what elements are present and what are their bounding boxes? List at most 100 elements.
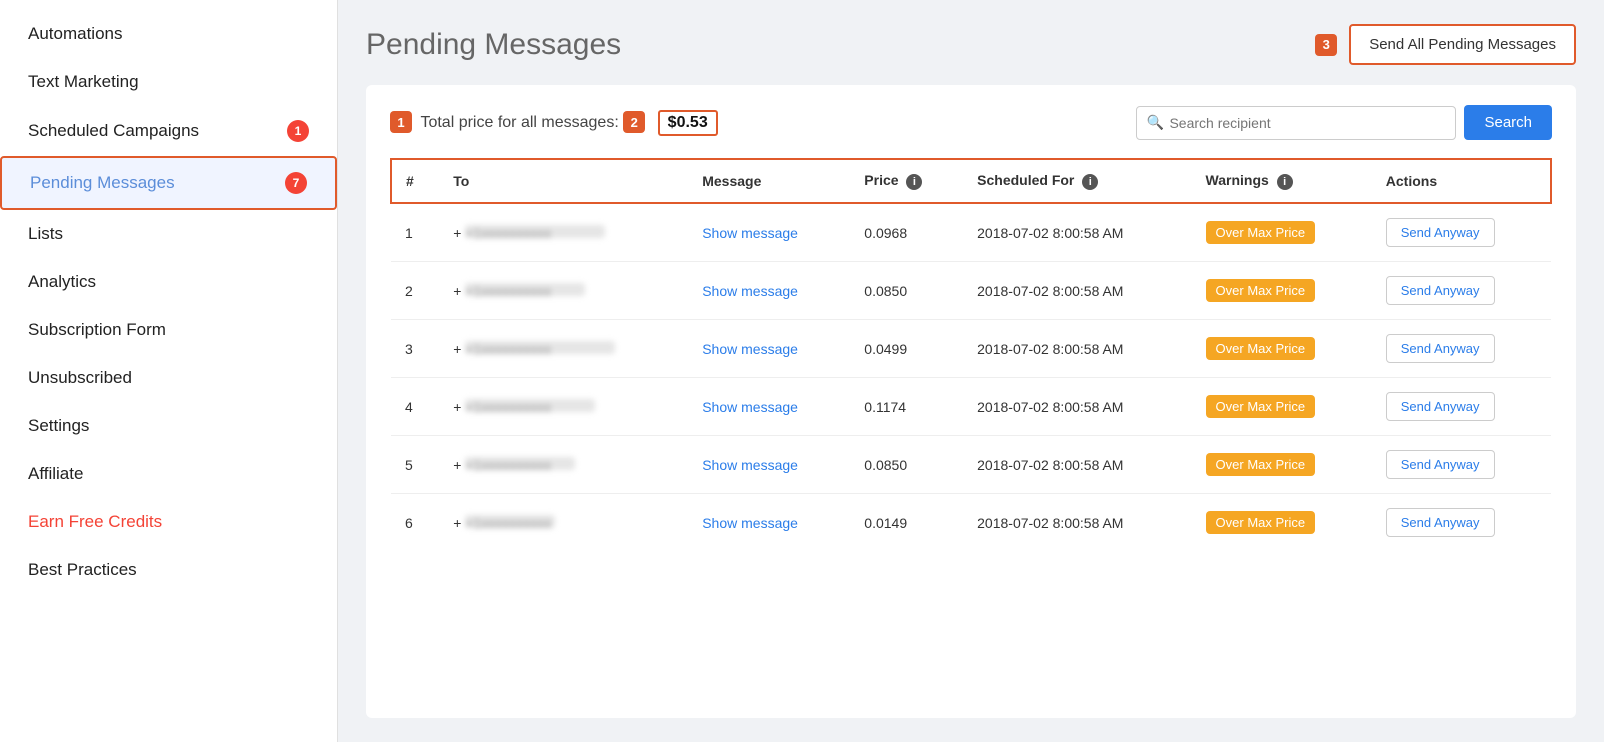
cell-to: + +1xxxxxxxxxx xyxy=(439,262,688,320)
cell-warning: Over Max Price xyxy=(1192,436,1372,494)
send-all-button[interactable]: Send All Pending Messages xyxy=(1349,24,1576,65)
sidebar-item-label: Subscription Form xyxy=(28,320,166,340)
sidebar-item-settings[interactable]: Settings xyxy=(0,402,337,450)
sidebar-item-unsubscribed[interactable]: Unsubscribed xyxy=(0,354,337,402)
total-price-value: $0.53 xyxy=(658,110,718,136)
cell-message: Show message xyxy=(688,320,850,378)
cell-to: + +1xxxxxxxxxx xyxy=(439,378,688,436)
cell-num: 3 xyxy=(391,320,439,378)
show-message-link[interactable]: Show message xyxy=(702,283,798,299)
warning-badge: Over Max Price xyxy=(1206,279,1316,302)
cell-scheduled: 2018-07-02 8:00:58 AM xyxy=(963,320,1191,378)
cell-action: Send Anyway xyxy=(1372,262,1551,320)
table-row: 3+ +1xxxxxxxxxxShow message0.04992018-07… xyxy=(391,320,1551,378)
sidebar-item-automations[interactable]: Automations xyxy=(0,10,337,58)
table-body: 1+ +1xxxxxxxxxxShow message0.09682018-07… xyxy=(391,203,1551,551)
sidebar-badge: 7 xyxy=(285,172,307,194)
table-header: # To Message Price i Scheduled For i War… xyxy=(391,159,1551,203)
cell-to: + +1xxxxxxxxxx xyxy=(439,203,688,262)
col-message: Message xyxy=(688,159,850,203)
cell-message: Show message xyxy=(688,378,850,436)
cell-action: Send Anyway xyxy=(1372,320,1551,378)
cell-scheduled: 2018-07-02 8:00:58 AM xyxy=(963,378,1191,436)
send-anyway-button[interactable]: Send Anyway xyxy=(1386,450,1495,479)
sidebar-item-best-practices[interactable]: Best Practices xyxy=(0,546,337,594)
send-anyway-button[interactable]: Send Anyway xyxy=(1386,334,1495,363)
cell-price: 0.0499 xyxy=(850,320,963,378)
col-price: Price i xyxy=(850,159,963,203)
table-row: 6+ +1xxxxxxxxxxShow message0.01492018-07… xyxy=(391,494,1551,552)
col-actions: Actions xyxy=(1372,159,1551,203)
show-message-link[interactable]: Show message xyxy=(702,457,798,473)
cell-warning: Over Max Price xyxy=(1192,203,1372,262)
search-button[interactable]: Search xyxy=(1464,105,1552,140)
annotation-2: 2 xyxy=(623,111,645,133)
send-anyway-button[interactable]: Send Anyway xyxy=(1386,218,1495,247)
send-anyway-button[interactable]: Send Anyway xyxy=(1386,276,1495,305)
cell-price: 0.1174 xyxy=(850,378,963,436)
cell-warning: Over Max Price xyxy=(1192,494,1372,552)
warnings-info-icon: i xyxy=(1277,174,1293,190)
cell-message: Show message xyxy=(688,262,850,320)
cell-message: Show message xyxy=(688,203,850,262)
cell-action: Send Anyway xyxy=(1372,494,1551,552)
show-message-link[interactable]: Show message xyxy=(702,225,798,241)
sidebar-item-subscription-form[interactable]: Subscription Form xyxy=(0,306,337,354)
sidebar-item-earn-free-credits[interactable]: Earn Free Credits xyxy=(0,498,337,546)
sidebar-item-label: Affiliate xyxy=(28,464,83,484)
sidebar-item-text-marketing[interactable]: Text Marketing xyxy=(0,58,337,106)
search-input-wrapper: 🔍 xyxy=(1136,106,1456,140)
cell-action: Send Anyway xyxy=(1372,436,1551,494)
sidebar-item-label: Best Practices xyxy=(28,560,137,580)
show-message-link[interactable]: Show message xyxy=(702,399,798,415)
sidebar-item-label: Automations xyxy=(28,24,123,44)
main-content: Pending Messages 3 Send All Pending Mess… xyxy=(338,0,1604,742)
warning-badge: Over Max Price xyxy=(1206,337,1316,360)
col-to: To xyxy=(439,159,688,203)
sidebar-item-pending-messages[interactable]: Pending Messages 7 xyxy=(0,156,337,210)
sidebar-item-label: Pending Messages xyxy=(30,173,175,193)
total-price-label: Total price for all messages: xyxy=(420,114,618,131)
warning-badge: Over Max Price xyxy=(1206,221,1316,244)
cell-action: Send Anyway xyxy=(1372,203,1551,262)
show-message-link[interactable]: Show message xyxy=(702,515,798,531)
cell-message: Show message xyxy=(688,436,850,494)
price-info-icon: i xyxy=(906,174,922,190)
warning-badge: Over Max Price xyxy=(1206,395,1316,418)
total-price-section: 1 Total price for all messages: 2 $0.53 xyxy=(390,110,718,136)
show-message-link[interactable]: Show message xyxy=(702,341,798,357)
send-anyway-button[interactable]: Send Anyway xyxy=(1386,392,1495,421)
cell-warning: Over Max Price xyxy=(1192,262,1372,320)
messages-table: # To Message Price i Scheduled For i War… xyxy=(390,158,1552,551)
cell-num: 2 xyxy=(391,262,439,320)
sidebar-item-analytics[interactable]: Analytics xyxy=(0,258,337,306)
sidebar: Automations Text MarketingScheduled Campa… xyxy=(0,0,338,742)
search-input[interactable] xyxy=(1136,106,1456,140)
cell-scheduled: 2018-07-02 8:00:58 AM xyxy=(963,262,1191,320)
sidebar-item-label: Analytics xyxy=(28,272,96,292)
sidebar-item-label: Settings xyxy=(28,416,89,436)
warning-badge: Over Max Price xyxy=(1206,511,1316,534)
sidebar-item-lists[interactable]: Lists xyxy=(0,210,337,258)
search-area: 🔍 Search xyxy=(1136,105,1552,140)
page-title: Pending Messages xyxy=(366,28,621,62)
sidebar-item-label: Unsubscribed xyxy=(28,368,132,388)
cell-to: + +1xxxxxxxxxx xyxy=(439,436,688,494)
page-header: Pending Messages 3 Send All Pending Mess… xyxy=(366,24,1576,65)
sidebar-item-label: Earn Free Credits xyxy=(28,512,162,532)
sidebar-item-affiliate[interactable]: Affiliate xyxy=(0,450,337,498)
col-scheduled: Scheduled For i xyxy=(963,159,1191,203)
send-anyway-button[interactable]: Send Anyway xyxy=(1386,508,1495,537)
cell-scheduled: 2018-07-02 8:00:58 AM xyxy=(963,203,1191,262)
cell-price: 0.0850 xyxy=(850,262,963,320)
cell-num: 5 xyxy=(391,436,439,494)
table-row: 4+ +1xxxxxxxxxx Show message 0.11742018-07… xyxy=(391,378,1551,436)
cell-warning: Over Max Price xyxy=(1192,378,1372,436)
search-icon: 🔍 xyxy=(1146,114,1163,131)
cell-num: 6 xyxy=(391,494,439,552)
annotation-3: 3 xyxy=(1315,34,1337,56)
sidebar-badge: 1 xyxy=(287,120,309,142)
sidebar-item-scheduled-campaigns[interactable]: Scheduled Campaigns1 xyxy=(0,106,337,156)
annotation-1: 1 xyxy=(390,111,412,133)
cell-num: 4 xyxy=(391,378,439,436)
